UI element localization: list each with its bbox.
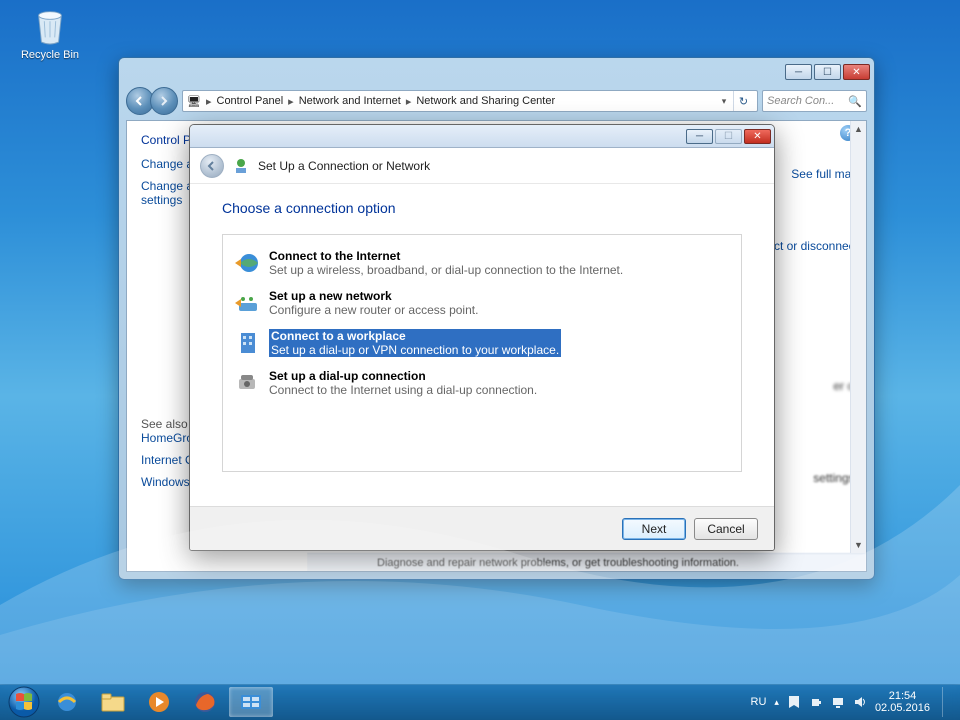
full-map-link[interactable]: See full map (791, 167, 858, 181)
clock-time: 21:54 (875, 690, 930, 702)
connection-wizard: ─ ☐ ✕ Set Up a Connection or Network Cho… (189, 124, 775, 551)
action-center-icon[interactable] (787, 695, 801, 709)
taskbar-explorer[interactable] (91, 687, 135, 717)
close-button[interactable]: ✕ (744, 129, 771, 144)
cancel-button[interactable]: Cancel (694, 518, 758, 540)
option-new-network[interactable]: Set up a new networkConfigure a new rout… (223, 283, 741, 323)
minimize-button[interactable]: ─ (785, 64, 812, 80)
chevron-right-icon[interactable]: ▸ (288, 95, 294, 108)
option-desc: Set up a dial-up or VPN connection to yo… (269, 343, 561, 357)
clock[interactable]: 21:54 02.05.2016 (875, 690, 930, 714)
wizard-back-button[interactable] (200, 154, 224, 178)
breadcrumb-dropdown[interactable]: ▾ (717, 96, 731, 107)
wizard-header: Set Up a Connection or Network (190, 148, 774, 184)
maximize-button: ☐ (715, 129, 742, 144)
option-desc: Configure a new router or access point. (269, 303, 478, 317)
system-tray: RU ▴ 21:54 02.05.2016 (751, 687, 956, 717)
options-list: Connect to the InternetSet up a wireless… (222, 234, 742, 472)
taskbar: RU ▴ 21:54 02.05.2016 (0, 684, 960, 720)
show-hidden-icon[interactable]: ▴ (774, 697, 779, 708)
option-title: Connect to a workplace (269, 329, 408, 343)
computer-icon: 🖥 (187, 95, 201, 108)
close-button[interactable]: ✕ (843, 64, 870, 80)
option-dialup[interactable]: Set up a dial-up connectionConnect to th… (223, 363, 741, 403)
option-title: Connect to the Internet (269, 249, 400, 263)
recycle-bin-label: Recycle Bin (21, 49, 79, 61)
wizard-titlebar[interactable]: ─ ☐ ✕ (190, 125, 774, 148)
show-desktop-button[interactable] (942, 687, 950, 717)
recycle-bin-icon (31, 6, 69, 46)
option-title: Set up a dial-up connection (269, 369, 426, 383)
scroll-down-icon[interactable]: ▼ (851, 537, 866, 553)
breadcrumb[interactable]: 🖥 ▸ Control Panel ▸ Network and Internet… (182, 90, 758, 112)
minimize-button[interactable]: ─ (686, 129, 713, 144)
building-icon (233, 329, 261, 357)
refresh-icon[interactable]: ↻ (733, 91, 753, 111)
recycle-bin[interactable]: Recycle Bin (15, 6, 85, 61)
forward-button[interactable] (150, 87, 178, 115)
explorer-titlebar[interactable]: ─ ☐ ✕ (119, 58, 874, 86)
option-desc: Set up a wireless, broadband, or dial-up… (269, 263, 623, 277)
breadcrumb-item[interactable]: Control Panel (217, 95, 284, 107)
scroll-up-icon[interactable]: ▲ (851, 121, 866, 137)
option-connect-internet[interactable]: Connect to the InternetSet up a wireless… (223, 243, 741, 283)
clock-date: 02.05.2016 (875, 702, 930, 714)
taskbar-firefox[interactable] (183, 687, 227, 717)
option-desc: Connect to the Internet using a dial-up … (269, 383, 537, 397)
taskbar-ie[interactable] (45, 687, 89, 717)
address-bar-row: 🖥 ▸ Control Panel ▸ Network and Internet… (126, 86, 867, 116)
breadcrumb-item[interactable]: Network and Internet (299, 95, 401, 107)
option-workplace[interactable]: Connect to a workplaceSet up a dial-up o… (223, 323, 741, 363)
language-indicator[interactable]: RU (751, 696, 767, 708)
globe-icon (233, 249, 261, 277)
wizard-heading: Choose a connection option (222, 200, 742, 216)
breadcrumb-item[interactable]: Network and Sharing Center (416, 95, 555, 107)
wizard-title: Set Up a Connection or Network (258, 159, 430, 173)
scrollbar[interactable]: ▲ ▼ (850, 121, 866, 553)
volume-icon[interactable] (853, 695, 867, 709)
taskbar-control-panel[interactable] (229, 687, 273, 717)
search-icon: 🔍 (848, 95, 862, 108)
taskbar-mediaplayer[interactable] (137, 687, 181, 717)
search-input[interactable]: Search Con... 🔍 (762, 90, 867, 112)
start-button[interactable] (4, 684, 44, 720)
chevron-right-icon[interactable]: ▸ (406, 95, 412, 108)
network-setup-icon (232, 157, 250, 175)
search-placeholder: Search Con... (767, 95, 834, 107)
option-title: Set up a new network (269, 289, 392, 303)
chevron-right-icon[interactable]: ▸ (206, 95, 212, 108)
footer-hint: Diagnose and repair network problems, or… (307, 553, 866, 571)
next-button[interactable]: Next (622, 518, 686, 540)
phone-icon (233, 369, 261, 397)
network-icon[interactable] (831, 695, 845, 709)
power-icon[interactable] (809, 695, 823, 709)
wizard-footer: Next Cancel (190, 506, 774, 550)
maximize-button[interactable]: ☐ (814, 64, 841, 80)
router-icon (233, 289, 261, 317)
